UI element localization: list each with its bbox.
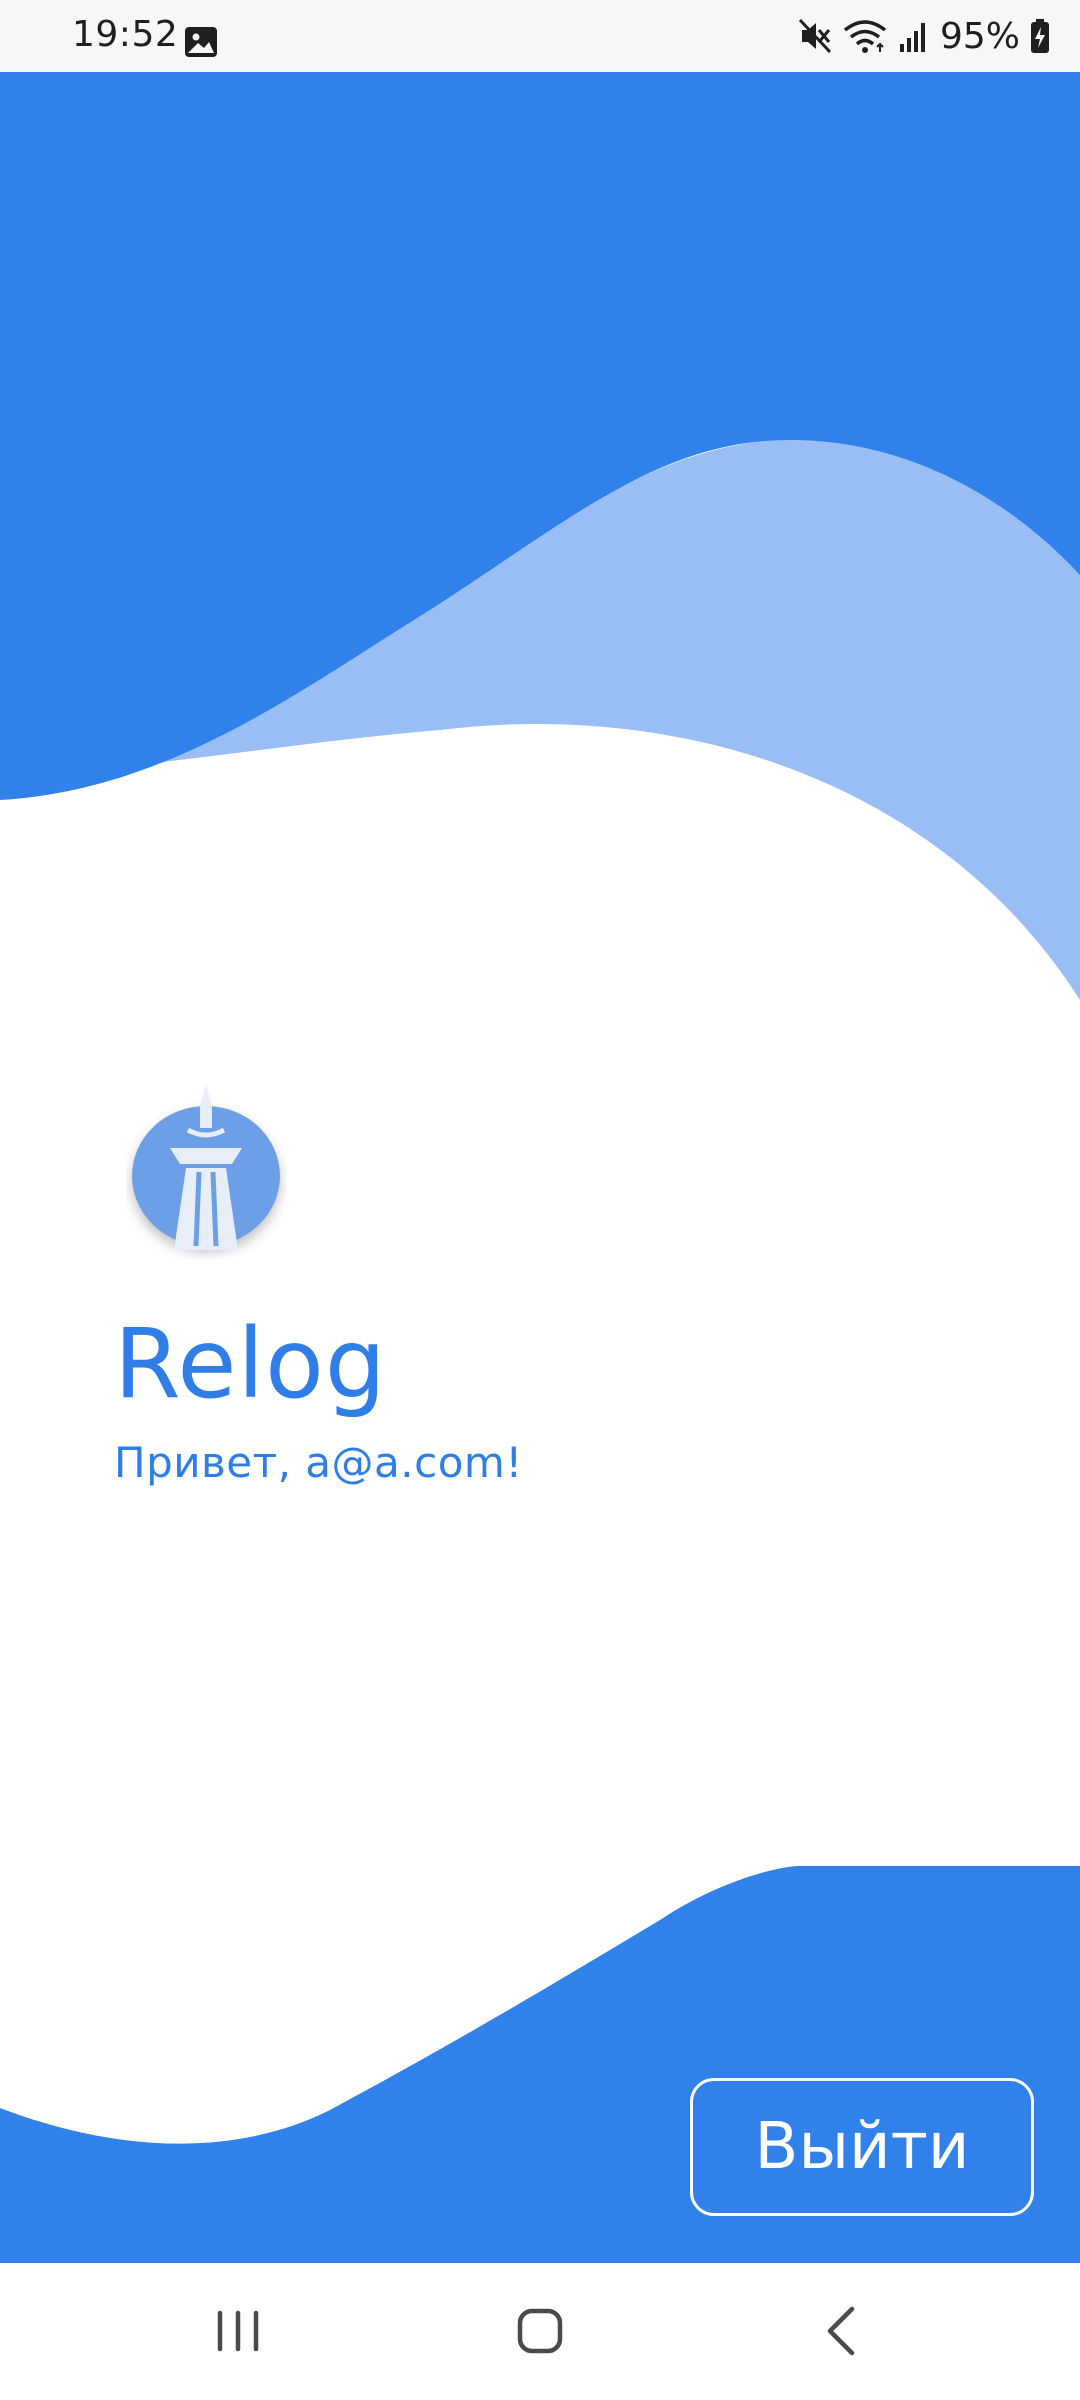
navigation-bar — [0, 2263, 1080, 2400]
recents-icon[interactable] — [198, 2291, 278, 2371]
logout-button[interactable]: Выйти — [690, 2078, 1034, 2216]
tower-logo-icon — [132, 1084, 280, 1250]
status-bar: 19:52 95% — [0, 0, 1080, 72]
greeting-text: Привет, a@a.com! — [114, 1438, 523, 1487]
mute-icon — [798, 18, 832, 54]
back-icon[interactable] — [802, 2291, 882, 2371]
gallery-notification-icon — [185, 27, 217, 57]
signal-icon — [899, 23, 925, 52]
status-indicators: 95% — [798, 14, 1050, 58]
battery-percent: 95% — [939, 15, 1020, 57]
battery-charging-icon — [1031, 19, 1049, 53]
app-title: Relog — [114, 1308, 387, 1420]
home-icon[interactable] — [500, 2291, 580, 2371]
wifi-icon — [843, 20, 887, 53]
status-time: 19:52 — [72, 14, 179, 55]
